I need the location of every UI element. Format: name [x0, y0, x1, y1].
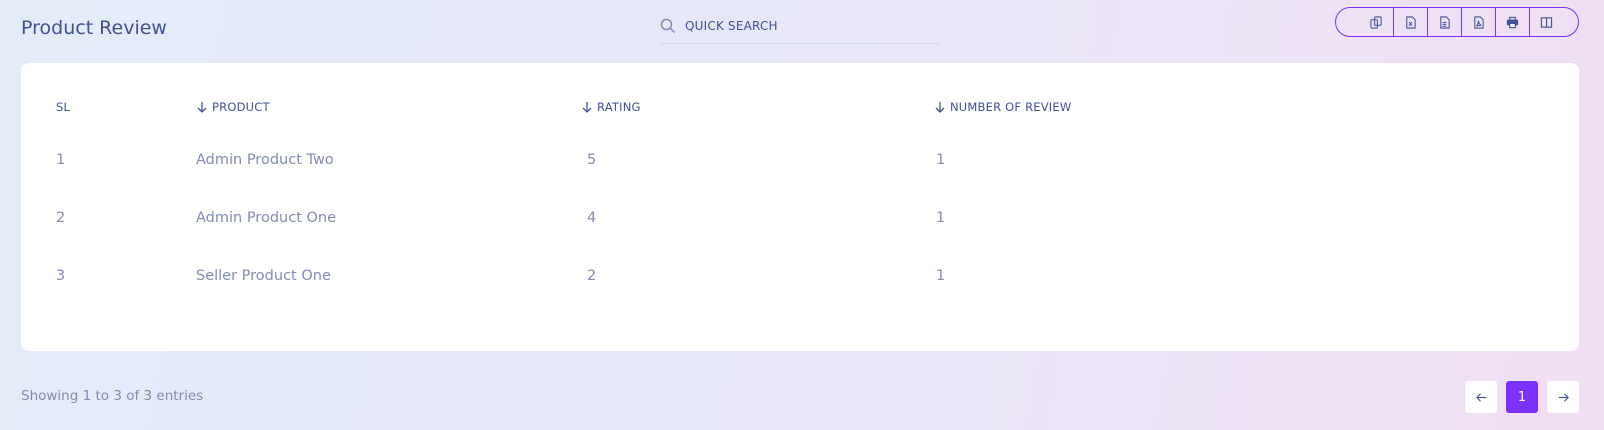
row-reviews: 1	[936, 210, 946, 226]
print-button[interactable]	[1495, 8, 1529, 36]
arrow-right-icon	[1558, 392, 1569, 402]
column-header-number-of-review[interactable]: NUMBER OF REVIEW	[934, 100, 1071, 114]
file-excel-icon	[1406, 15, 1416, 29]
print-icon	[1506, 16, 1519, 28]
excel-button[interactable]	[1393, 8, 1427, 36]
row-rating: 2	[587, 268, 597, 284]
row-product: Seller Product One	[196, 268, 331, 284]
copy-button[interactable]	[1359, 8, 1393, 36]
search-input[interactable]	[685, 18, 925, 33]
row-reviews: 1	[936, 152, 946, 168]
column-header-rating[interactable]: RATING	[581, 100, 641, 114]
row-sl: 3	[56, 268, 66, 284]
next-page-button[interactable]	[1547, 381, 1579, 413]
row-reviews: 1	[936, 268, 946, 284]
column-header-product[interactable]: PRODUCT	[196, 100, 270, 114]
copy-icon	[1369, 15, 1382, 29]
columns-button[interactable]	[1529, 8, 1563, 36]
column-header-sl[interactable]: SL	[56, 100, 70, 114]
pdf-button[interactable]	[1461, 8, 1495, 36]
columns-icon	[1540, 16, 1553, 28]
quick-search[interactable]	[659, 8, 940, 44]
row-sl: 1	[56, 152, 66, 168]
arrow-down-icon	[935, 102, 945, 113]
page-button-current[interactable]: 1	[1506, 381, 1538, 413]
review-table: SL PRODUCT RATING NUMBER OF REVIEW 1 Adm…	[21, 63, 1579, 351]
arrow-down-icon	[582, 102, 592, 113]
export-button-group	[1335, 7, 1579, 37]
row-product: Admin Product One	[196, 210, 337, 226]
file-pdf-icon	[1474, 15, 1484, 29]
row-rating: 4	[587, 210, 597, 226]
row-sl: 2	[56, 210, 66, 226]
csv-button[interactable]	[1427, 8, 1461, 36]
table-info: Showing 1 to 3 of 3 entries	[21, 388, 204, 404]
file-text-icon	[1440, 15, 1450, 29]
row-rating: 5	[587, 152, 597, 168]
page-title: Product Review	[21, 17, 167, 39]
arrow-left-icon	[1475, 392, 1486, 402]
previous-page-button[interactable]	[1465, 381, 1497, 413]
search-icon	[660, 18, 676, 33]
row-product: Admin Product Two	[196, 152, 334, 168]
arrow-down-icon	[197, 102, 207, 113]
